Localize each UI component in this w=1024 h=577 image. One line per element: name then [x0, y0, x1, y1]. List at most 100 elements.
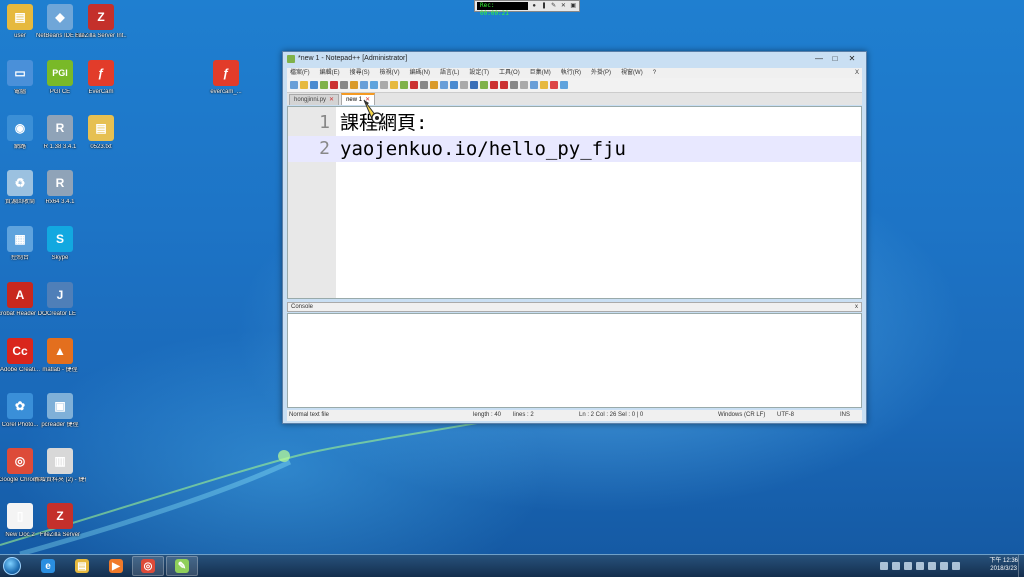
toolbar-button-icon[interactable] [290, 81, 298, 89]
network-icon[interactable] [892, 562, 900, 570]
notepadpp-icon: ✎ [175, 559, 189, 573]
taskbar-item[interactable]: ✎ [166, 556, 198, 576]
volume-icon[interactable] [904, 562, 912, 570]
toolbar-button-icon[interactable] [520, 81, 528, 89]
recycle-bin-icon: ♻ [7, 170, 33, 196]
menu-item[interactable]: 語言(L) [440, 68, 459, 78]
toolbar-button-icon[interactable] [480, 81, 488, 89]
start-button[interactable] [3, 557, 21, 575]
console-panel[interactable] [287, 313, 862, 408]
toolbar-button-icon[interactable] [340, 81, 348, 89]
console-close-button[interactable]: x [855, 303, 858, 312]
toolbar-button-icon[interactable] [540, 81, 548, 89]
toolbar-button-icon[interactable] [440, 81, 448, 89]
update-icon[interactable] [952, 562, 960, 570]
menu-item[interactable]: 檢視(V) [380, 68, 400, 78]
taskbar-item[interactable]: ▶ [100, 556, 132, 576]
editor-line[interactable]: 2 yaojenkuo.io/hello_py_fju [288, 136, 861, 162]
editor-tab[interactable]: hongjinni.py ✕ [289, 94, 340, 105]
desktop-icon[interactable]: ▲ matlab - 捷徑 [34, 338, 86, 374]
pen-cursor-icon [363, 99, 383, 124]
toolbar-button-icon[interactable] [470, 81, 478, 89]
desktop-icon[interactable]: J JCreator LE [34, 282, 86, 318]
toolbar-button-icon[interactable] [350, 81, 358, 89]
desktop-icon-label: 新增資料夾 (2) - 捷徑 [34, 477, 86, 483]
taskbar-item[interactable]: ◎ [132, 556, 164, 576]
status-lines: lines : 2 [513, 412, 534, 418]
toolbar-button-icon[interactable] [450, 81, 458, 89]
tray-arrow-icon[interactable] [880, 562, 888, 570]
maximize-button[interactable]: □ [827, 53, 843, 65]
toolbar-button-icon[interactable] [550, 81, 558, 89]
menu-item[interactable]: 執行(R) [561, 68, 581, 78]
menu-item[interactable]: ? [653, 68, 656, 78]
menu-item[interactable]: 視窗(W) [621, 68, 643, 78]
toolbar-button-icon[interactable] [530, 81, 538, 89]
clock[interactable]: 下午 12:36 2018/3/23 [989, 557, 1018, 573]
desktop: ▤ user ◆ NetBeans IDE 8.2 Z FileZilla Server … [0, 0, 1024, 554]
toolbar-button-icon[interactable] [490, 81, 498, 89]
menu-item[interactable]: 編輯(E) [320, 68, 340, 78]
menu-item[interactable]: 搜尋(S) [350, 68, 370, 78]
filezilla-icon: Z [47, 503, 73, 529]
menu-item[interactable]: 檔案(F) [290, 68, 310, 78]
line-text[interactable]: yaojenkuo.io/hello_py_fju [340, 136, 626, 162]
desktop-icon[interactable]: Z FileZilla Server [34, 503, 86, 539]
desktop-icon[interactable]: R Rx64 3.4.1 [34, 170, 86, 206]
editor[interactable]: 1 課程網頁: 2 yaojenkuo.io/hello_py_fju [287, 106, 862, 299]
menu-item[interactable]: 工具(O) [499, 68, 520, 78]
toolbar-button-icon[interactable] [460, 81, 468, 89]
power-icon[interactable] [940, 562, 948, 570]
title-bar[interactable]: *new 1 - Notepad++ [Administrator] — □ ✕ [283, 52, 866, 67]
desktop-icon[interactable]: Z FileZilla Server Int... [75, 4, 127, 40]
close-icon[interactable]: ✕ [560, 3, 568, 10]
desktop-icon[interactable]: ▣ pcreader 捷徑 [34, 393, 86, 429]
taskbar-item[interactable]: ▤ [66, 556, 98, 576]
desktop-icon-label: JCreator LE [43, 311, 76, 317]
menu-close-button[interactable]: X [855, 68, 862, 78]
desktop-icon[interactable]: ▤ 0523.txt [75, 115, 127, 151]
toolbar-button-icon[interactable] [400, 81, 408, 89]
desktop-icon[interactable]: ƒ EverCam [75, 60, 127, 96]
menu-item[interactable]: 巨集(M) [530, 68, 551, 78]
minimize-button[interactable]: — [811, 53, 827, 65]
desktop-icon-label: FileZilla Server [39, 532, 80, 538]
tab-close-icon[interactable]: ✕ [329, 95, 334, 105]
toolbar-button-icon[interactable] [430, 81, 438, 89]
toolbar-button-icon[interactable] [510, 81, 518, 89]
toolbar-button-icon[interactable] [370, 81, 378, 89]
pause-icon[interactable]: ❚ [540, 3, 548, 10]
toolbar-button-icon[interactable] [390, 81, 398, 89]
toolbar-button-icon[interactable] [320, 81, 328, 89]
toolbar-button-icon[interactable] [410, 81, 418, 89]
taskbar-item[interactable]: e [32, 556, 64, 576]
menu-item[interactable]: 外掛(P) [591, 68, 611, 78]
pen-icon[interactable]: ✎ [550, 3, 558, 10]
desktop-icon[interactable]: ƒ evercam_... [200, 60, 252, 96]
pgi-icon: PGI [47, 60, 73, 86]
desktop-icon[interactable]: S Skype [34, 226, 86, 262]
reader-icon: ▣ [47, 393, 73, 419]
language-icon[interactable] [916, 562, 924, 570]
desktop-icon[interactable]: ▥ 新增資料夾 (2) - 捷徑 [34, 448, 86, 484]
menu-item[interactable]: 設定(T) [469, 68, 489, 78]
toolbar-button-icon[interactable] [420, 81, 428, 89]
toolbar-button-icon[interactable] [330, 81, 338, 89]
toolbar-button-icon[interactable] [360, 81, 368, 89]
toolbar-button-icon[interactable] [300, 81, 308, 89]
toolbar-button-icon[interactable] [380, 81, 388, 89]
notepadpp-icon [287, 55, 295, 63]
toolbar-button-icon[interactable] [560, 81, 568, 89]
toolbar-button-icon[interactable] [310, 81, 318, 89]
close-button[interactable]: ✕ [843, 53, 861, 65]
toolbar-button-icon[interactable] [500, 81, 508, 89]
record-icon[interactable]: ● [530, 3, 538, 10]
status-length: length : 40 [473, 412, 502, 418]
settings-icon[interactable]: ▣ [569, 3, 577, 10]
toolbar [287, 78, 862, 93]
menu-item[interactable]: 編碼(N) [410, 68, 430, 78]
flag-icon[interactable] [928, 562, 936, 570]
skype-icon: S [47, 226, 73, 252]
show-desktop-button[interactable] [1018, 555, 1024, 577]
recorder-widget[interactable]: Rec: 00:00:21 ● ❚ ✎ ✕ ▣ [474, 0, 580, 17]
